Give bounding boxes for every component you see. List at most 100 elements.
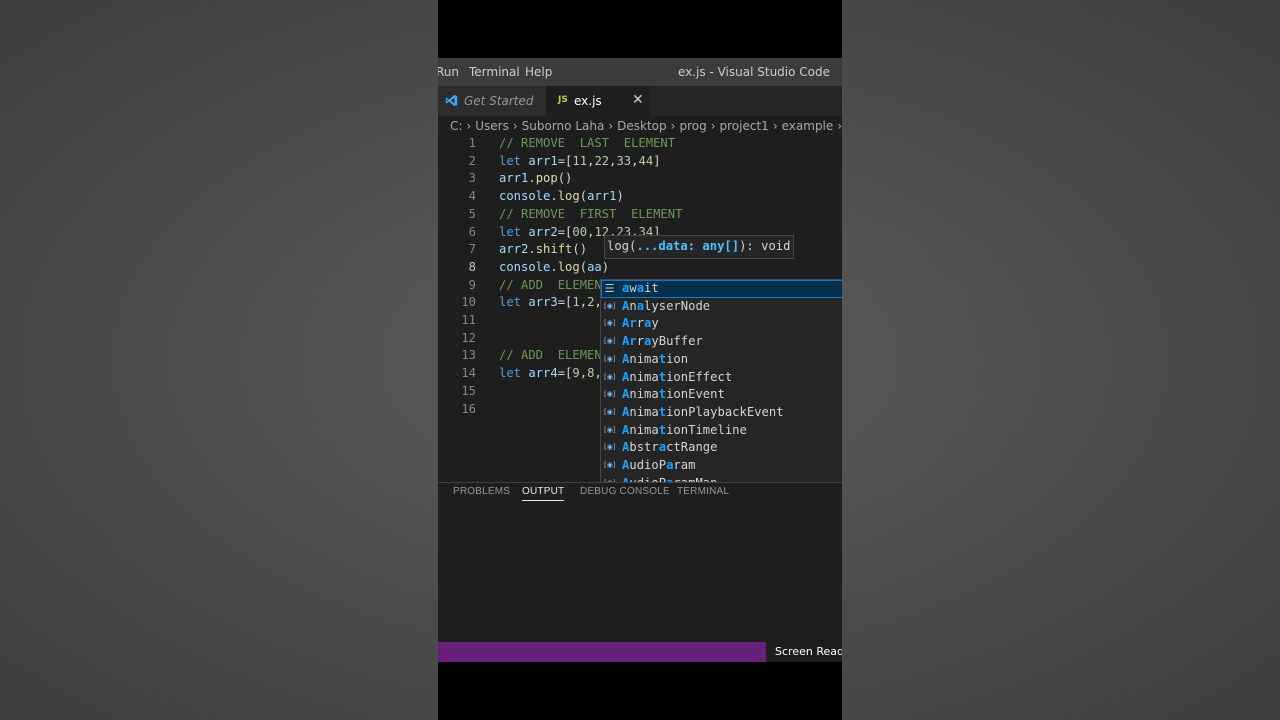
line-number: 7 xyxy=(468,242,476,257)
suggestion-item[interactable]: [◉] AnimationPlaybackEvent xyxy=(601,404,842,422)
code-text: // ADD ELEMEN xyxy=(499,278,602,292)
title-bar: Run Terminal Help ex.js - Visual Studio … xyxy=(438,58,842,86)
tab-get-started[interactable]: Get Started xyxy=(438,86,546,116)
keyword-icon: ☰ xyxy=(604,282,615,295)
code-token: , xyxy=(631,153,639,168)
code-token: 00 xyxy=(572,224,588,239)
suggestion-item[interactable]: [◉] AudioParam xyxy=(601,457,842,475)
code-text: let arr1=[11,22,33,44] xyxy=(499,154,661,168)
code-text: let arr3=[1,2, xyxy=(499,295,602,309)
code-token: let xyxy=(499,153,529,168)
chevron-right-icon: › xyxy=(512,119,518,133)
suggestion-item[interactable]: [◉] ArrayBuffer xyxy=(601,333,842,351)
signature-help-popup: log(...data: any[]): void xyxy=(604,235,794,259)
code-token: arr1 xyxy=(528,153,558,168)
code-token: 22 xyxy=(594,153,610,168)
editor-tab-bar: Get Started JS ex.js ✕ xyxy=(438,86,842,116)
code-token: arr3 xyxy=(528,295,558,310)
breadcrumb-item[interactable]: project1 xyxy=(720,119,769,133)
panel-tab-output[interactable]: OUTPUT xyxy=(522,486,565,501)
code-token: =[ xyxy=(557,153,573,168)
breadcrumb: C: › Users › Suborno Laha › Desktop › prog › proje… xyxy=(438,116,842,138)
window-title: ex.js - Visual Studio Code xyxy=(677,65,830,79)
code-token: 44 xyxy=(638,153,654,168)
code-token: =[ xyxy=(557,366,573,381)
code-text: // REMOVE LAST ELEMENT xyxy=(499,138,675,150)
suggestion-item[interactable]: [◉] AnimationEffect xyxy=(601,369,842,387)
breadcrumb-item[interactable]: Suborno Laha xyxy=(522,119,605,133)
chevron-right-icon: › xyxy=(837,119,842,133)
line-number: 4 xyxy=(468,189,476,204)
code-line[interactable]: 1 // REMOVE LAST ELEMENT xyxy=(438,138,842,154)
code-token: log xyxy=(557,259,580,274)
suggestion-item[interactable]: [◉] Array xyxy=(601,315,842,333)
code-token: 33 xyxy=(616,153,632,168)
close-icon[interactable]: ✕ xyxy=(632,92,644,108)
code-token: shift xyxy=(535,242,573,257)
code-line[interactable]: 3 arr1.pop() xyxy=(438,171,842,189)
js-file-icon: JS xyxy=(558,95,568,105)
breadcrumb-item[interactable]: prog xyxy=(679,119,706,133)
variable-icon: [◉] xyxy=(604,372,616,381)
code-token: . xyxy=(550,259,558,274)
chevron-right-icon: › xyxy=(772,119,778,133)
breadcrumb-item[interactable]: Users xyxy=(475,119,509,133)
code-token: console xyxy=(499,189,551,204)
code-editor[interactable]: 1// REMOVE LAST ELEMENT 2 let arr1=[11,22,… xyxy=(438,138,842,482)
panel-tab-terminal[interactable]: TERMINAL xyxy=(677,486,729,497)
code-token: 1 xyxy=(572,295,580,310)
code-token: let xyxy=(499,295,529,310)
suggestion-item[interactable]: [◉] AnimationTimeline xyxy=(601,422,842,440)
chevron-right-icon: › xyxy=(466,119,472,133)
menu-terminal[interactable]: Terminal xyxy=(469,65,520,79)
suggestion-item[interactable]: [◉] AbstractRange xyxy=(601,439,842,457)
variable-icon: [◉] xyxy=(604,443,616,452)
variable-icon: [◉] xyxy=(604,319,616,328)
tab-label: ex.js xyxy=(574,94,602,108)
variable-icon: [◉] xyxy=(604,337,616,346)
suggestion-item[interactable]: [◉] Animation xyxy=(601,351,842,369)
code-token: console xyxy=(499,259,551,274)
chevron-right-icon: › xyxy=(710,119,716,133)
menu-run[interactable]: Run xyxy=(438,65,459,79)
code-text: arr2.shift() xyxy=(499,242,587,256)
video-frame: Run Terminal Help ex.js - Visual Studio … xyxy=(438,0,842,720)
tab-label: Get Started xyxy=(464,94,534,108)
breadcrumb-item[interactable]: Desktop xyxy=(617,119,667,133)
code-line[interactable]: 5 // REMOVE FIRST ELEMENT xyxy=(438,207,842,225)
suggestion-label: AbstractRange xyxy=(622,440,718,455)
code-line[interactable]: 4 console.log(arr1) xyxy=(438,189,842,207)
code-token: =[ xyxy=(557,224,573,239)
code-token: arr1 xyxy=(587,189,617,204)
code-token: () xyxy=(572,242,588,257)
variable-icon: [◉] xyxy=(604,407,616,416)
suggestion-item[interactable]: [◉] AnimationEvent xyxy=(601,386,842,404)
line-number: 1 xyxy=(468,138,476,150)
suggestion-label: AnimationPlaybackEvent xyxy=(622,404,784,419)
menu-help[interactable]: Help xyxy=(525,65,552,79)
chevron-right-icon: › xyxy=(670,119,676,133)
code-token: . xyxy=(528,242,536,257)
suggestion-label: AnalyserNode xyxy=(622,298,711,313)
line-number: 2 xyxy=(468,153,476,168)
code-line[interactable]: 2 let arr1=[11,22,33,44] xyxy=(438,154,842,172)
panel-tab-debug-console[interactable]: DEBUG CONSOLE xyxy=(580,486,670,497)
screen-reader-status[interactable]: Screen Reader xyxy=(766,642,842,662)
code-token: // REMOVE LAST ELEMENT xyxy=(499,138,676,150)
code-token: // REMOVE FIRST ELEMENT xyxy=(499,206,683,221)
line-number: 15 xyxy=(461,383,476,398)
line-number: 3 xyxy=(468,171,476,186)
panel-tab-problems[interactable]: PROBLEMS xyxy=(453,486,510,497)
suggestion-item[interactable]: ☰ await xyxy=(601,280,842,298)
breadcrumb-item[interactable]: example xyxy=(782,119,834,133)
chevron-right-icon: › xyxy=(608,119,614,133)
suggestion-item[interactable]: [◉]AudioParamMap xyxy=(601,475,842,482)
line-number: 16 xyxy=(461,401,476,416)
code-token: arr1 xyxy=(499,171,529,186)
variable-icon: [◉] xyxy=(604,425,616,434)
line-number: 12 xyxy=(461,330,476,345)
suggestion-widget[interactable]: ☰ await [◉] AnalyserNode [◉] Array [◉] ArrayBuf… xyxy=(600,279,842,482)
tab-ex-js[interactable]: JS ex.js ✕ xyxy=(546,86,650,116)
breadcrumb-item[interactable]: C: xyxy=(450,119,462,133)
suggestion-item[interactable]: [◉] AnalyserNode xyxy=(601,298,842,316)
